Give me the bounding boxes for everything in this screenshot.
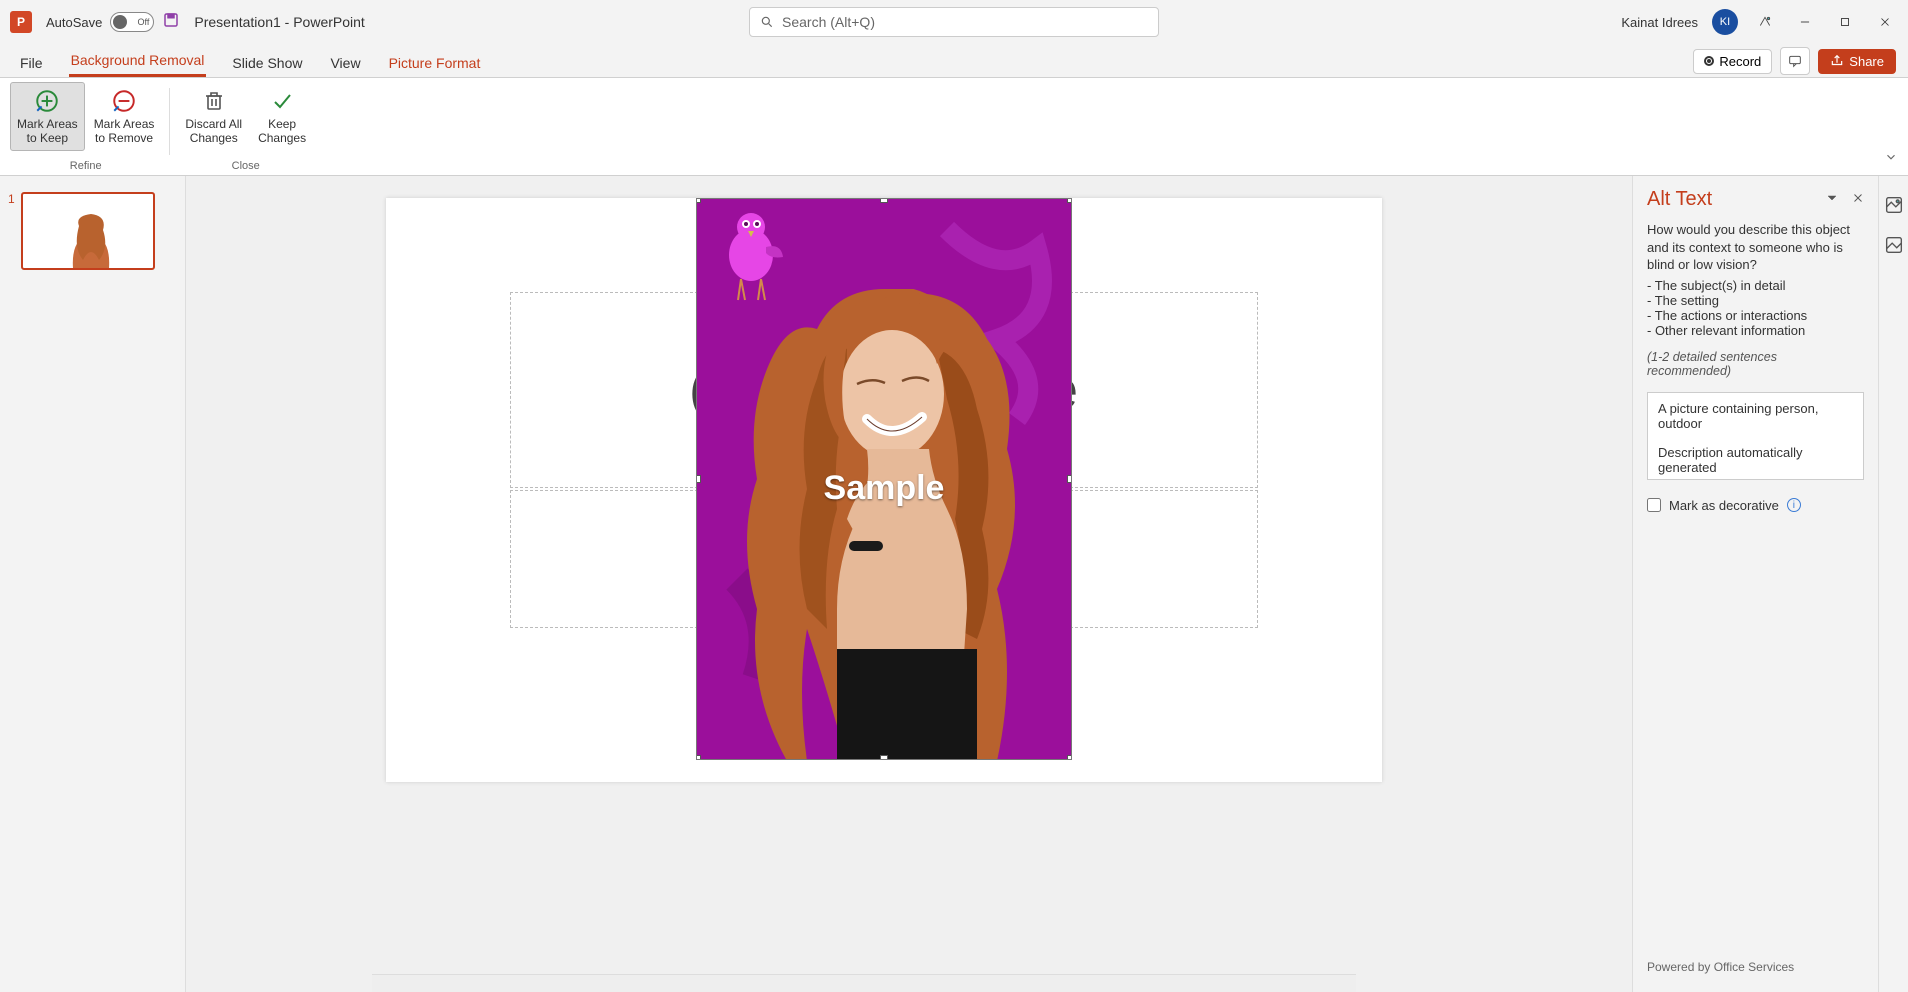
search-wrap: Search (Alt+Q) bbox=[749, 7, 1159, 37]
title-bar: P AutoSave Off Presentation1 - PowerPoin… bbox=[0, 0, 1908, 44]
record-button[interactable]: Record bbox=[1693, 49, 1772, 74]
autosave-toggle[interactable]: Off bbox=[110, 12, 154, 32]
right-side-rail bbox=[1878, 176, 1908, 992]
horizontal-scrollbar[interactable] bbox=[372, 974, 1356, 992]
powered-by-label: Powered by Office Services bbox=[1647, 960, 1864, 980]
search-placeholder: Search (Alt+Q) bbox=[782, 14, 875, 30]
resize-handle-br[interactable] bbox=[1067, 755, 1072, 760]
thumbnail-number: 1 bbox=[8, 192, 15, 270]
designer-icon[interactable] bbox=[1883, 194, 1905, 216]
chevron-down-icon bbox=[1826, 192, 1838, 204]
tab-background-removal[interactable]: Background Removal bbox=[69, 46, 207, 77]
keep-changes-button[interactable]: Keep Changes bbox=[251, 82, 313, 151]
ribbon-group-label-refine: Refine bbox=[70, 160, 102, 175]
mark-areas-to-remove-button[interactable]: Mark Areas to Remove bbox=[87, 82, 162, 151]
trash-icon bbox=[202, 87, 226, 115]
search-icon bbox=[760, 15, 774, 29]
minimize-button[interactable] bbox=[1792, 9, 1818, 35]
pencil-plus-icon bbox=[34, 87, 60, 115]
resize-handle-bl[interactable] bbox=[696, 755, 701, 760]
close-icon bbox=[1852, 192, 1864, 204]
share-button[interactable]: Share bbox=[1818, 49, 1896, 74]
slide-canvas-area[interactable]: ( e bbox=[186, 176, 1632, 992]
checkmark-icon bbox=[270, 87, 294, 115]
thumbnail-preview-image bbox=[61, 208, 121, 268]
comment-icon bbox=[1787, 53, 1803, 69]
mark-decorative-row[interactable]: Mark as decorative i bbox=[1647, 498, 1864, 513]
alt-text-hint: (1-2 detailed sentences recommended) bbox=[1647, 350, 1864, 378]
alt-text-input[interactable]: A picture containing person, outdoor Des… bbox=[1647, 392, 1864, 480]
maximize-button[interactable] bbox=[1832, 9, 1858, 35]
avatar[interactable]: KI bbox=[1712, 9, 1738, 35]
thumbnail-slide-1-wrap: 1 bbox=[8, 192, 177, 270]
ribbon-group-close: Discard All Changes Keep Changes Close bbox=[174, 82, 317, 175]
save-icon[interactable] bbox=[162, 11, 180, 34]
resize-handle-bm[interactable] bbox=[880, 755, 888, 760]
sample-watermark-text: Sample bbox=[697, 469, 1071, 508]
search-input[interactable]: Search (Alt+Q) bbox=[749, 7, 1159, 37]
ribbon-separator bbox=[169, 88, 170, 155]
tab-strip: File Background Removal Slide Show View … bbox=[0, 44, 1908, 78]
user-name: Kainat Idrees bbox=[1621, 15, 1698, 30]
alt-text-question: How would you describe this object and i… bbox=[1647, 221, 1864, 274]
tab-picture-format[interactable]: Picture Format bbox=[387, 49, 483, 77]
person-image bbox=[697, 289, 1072, 760]
pencil-minus-icon bbox=[111, 87, 137, 115]
main-area: 1 ( e bbox=[0, 176, 1908, 992]
titlebar-left: P AutoSave Off Presentation1 - PowerPoin… bbox=[10, 11, 365, 34]
selected-picture[interactable]: Sample bbox=[696, 198, 1072, 760]
ribbon-group-label-close: Close bbox=[232, 160, 260, 175]
resize-handle-tm[interactable] bbox=[880, 198, 888, 203]
alt-text-header: Alt Text bbox=[1647, 188, 1864, 211]
coming-soon-icon[interactable] bbox=[1752, 9, 1778, 35]
alt-text-title: Alt Text bbox=[1647, 188, 1712, 211]
resize-handle-tl[interactable] bbox=[696, 198, 701, 203]
mark-areas-to-keep-button[interactable]: Mark Areas to Keep bbox=[10, 82, 85, 151]
tabstrip-right: Record Share bbox=[1693, 47, 1896, 75]
tab-slide-show[interactable]: Slide Show bbox=[230, 49, 304, 77]
autosave-state: Off bbox=[138, 17, 150, 27]
resize-handle-mr[interactable] bbox=[1067, 475, 1072, 483]
powerpoint-app-icon: P bbox=[10, 11, 32, 33]
record-icon bbox=[1704, 56, 1714, 66]
alt-text-bullets: - The subject(s) in detail - The setting… bbox=[1647, 278, 1864, 338]
thumbnail-panel: 1 bbox=[0, 176, 186, 992]
thumbnail-slide-1[interactable] bbox=[21, 192, 155, 270]
format-pane-icon[interactable] bbox=[1883, 234, 1905, 256]
mark-decorative-checkbox[interactable] bbox=[1647, 498, 1661, 512]
ribbon-group-refine: Mark Areas to Keep Mark Areas to Remove … bbox=[6, 82, 165, 175]
pane-options-button[interactable] bbox=[1826, 191, 1838, 209]
tab-file[interactable]: File bbox=[18, 49, 45, 77]
resize-handle-ml[interactable] bbox=[696, 475, 701, 483]
ribbon: Mark Areas to Keep Mark Areas to Remove … bbox=[0, 78, 1908, 176]
resize-handle-tr[interactable] bbox=[1067, 198, 1072, 203]
document-title: Presentation1 - PowerPoint bbox=[194, 14, 364, 30]
slide: ( e bbox=[386, 198, 1382, 782]
ribbon-collapse-button[interactable] bbox=[1884, 150, 1898, 169]
tab-view[interactable]: View bbox=[328, 49, 362, 77]
chevron-down-icon bbox=[1884, 150, 1898, 164]
comments-button[interactable] bbox=[1780, 47, 1810, 75]
pane-close-button[interactable] bbox=[1852, 191, 1864, 209]
close-button[interactable] bbox=[1872, 9, 1898, 35]
toggle-knob bbox=[113, 15, 127, 29]
titlebar-right: Kainat Idrees KI bbox=[1621, 9, 1898, 35]
alt-text-pane: Alt Text How would you describe this obj… bbox=[1632, 176, 1878, 992]
discard-all-changes-button[interactable]: Discard All Changes bbox=[178, 82, 249, 151]
share-icon bbox=[1830, 54, 1844, 68]
info-icon[interactable]: i bbox=[1787, 498, 1801, 512]
autosave-label: AutoSave bbox=[46, 15, 102, 30]
